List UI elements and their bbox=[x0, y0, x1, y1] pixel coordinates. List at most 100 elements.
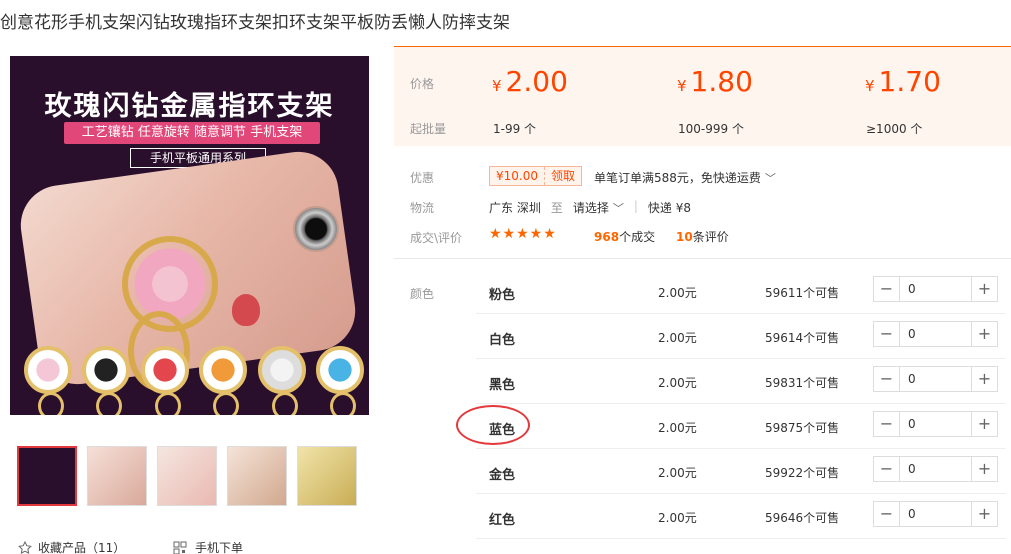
sku-color-name: 白色 bbox=[489, 333, 516, 348]
coupon[interactable]: ¥10.00 领取 bbox=[489, 166, 583, 186]
quantity-input[interactable] bbox=[900, 502, 971, 526]
to-label: 至 bbox=[550, 201, 563, 215]
minus-button[interactable]: − bbox=[874, 277, 900, 301]
sku-color-name: 红色 bbox=[489, 513, 516, 528]
plus-button[interactable]: + bbox=[971, 277, 997, 301]
currency-symbol: ¥ bbox=[865, 77, 875, 95]
reviews-unit: 条评价 bbox=[692, 230, 729, 244]
quantity-input[interactable] bbox=[900, 322, 971, 346]
price-value: 1.80 bbox=[690, 65, 753, 98]
plus-button[interactable]: + bbox=[971, 322, 997, 346]
minus-button[interactable]: − bbox=[874, 412, 900, 436]
price-panel: 价格 起批量 ¥2.00 ¥1.80 ¥1.70 1-99 个 100-999 … bbox=[394, 46, 1011, 146]
plus-button[interactable]: + bbox=[971, 502, 997, 526]
quantity-input[interactable] bbox=[900, 277, 971, 301]
deals-count[interactable]: 968个成交 bbox=[594, 228, 655, 245]
thumbnail-3[interactable] bbox=[157, 446, 217, 506]
minus-button[interactable]: − bbox=[874, 367, 900, 391]
deals-unit: 个成交 bbox=[619, 230, 656, 244]
thumbnail-4[interactable] bbox=[227, 446, 287, 506]
thumbnail-1[interactable] bbox=[17, 446, 77, 506]
sku-price: 2.00元 bbox=[658, 421, 697, 435]
qty-tier-2: 100-999 个 bbox=[678, 122, 744, 136]
coupon-value: ¥10.00 bbox=[496, 169, 538, 183]
camera-illustration bbox=[293, 206, 339, 252]
sku-color-name: 金色 bbox=[489, 468, 516, 483]
sku-color-name: 粉色 bbox=[489, 288, 516, 303]
qr-code-icon bbox=[173, 541, 187, 554]
promo-text: 单笔订单满588元，免快递运费 bbox=[594, 171, 761, 185]
ring-white-swatch bbox=[257, 346, 306, 415]
quantity-stepper: −+ bbox=[873, 456, 998, 482]
sku-stock: 59611个可售 bbox=[765, 286, 840, 300]
quantity-stepper: −+ bbox=[873, 501, 998, 527]
ring-black-swatch bbox=[82, 346, 131, 415]
sku-price: 2.00元 bbox=[658, 376, 697, 390]
divider: | bbox=[633, 199, 638, 213]
sku-row: 粉色 2.00元 59611个可售 − + bbox=[476, 269, 1006, 314]
sku-price: 2.00元 bbox=[658, 286, 697, 300]
ring-orange-swatch bbox=[199, 346, 248, 415]
sku-row: 黑色2.00元59831个可售−+ bbox=[476, 359, 1006, 404]
price-value: 2.00 bbox=[505, 65, 568, 98]
rating-stars: ★★★★★ bbox=[489, 226, 557, 242]
sku-row: 蓝色2.00元59875个可售−+ bbox=[476, 404, 1006, 449]
promo-dropdown[interactable]: 单笔订单满588元，免快递运费 ﹀ bbox=[594, 169, 776, 186]
plus-button[interactable]: + bbox=[971, 412, 997, 436]
chevron-down-icon: ﹀ bbox=[612, 202, 624, 215]
image-headline: 玫瑰闪钻金属指环支架 bbox=[44, 91, 335, 122]
quantity-stepper: −+ bbox=[873, 321, 998, 347]
ring-red-swatch bbox=[140, 346, 189, 415]
highlight-circle bbox=[456, 405, 530, 445]
sku-stock: 59875个可售 bbox=[765, 421, 840, 435]
thumbnail-5[interactable] bbox=[297, 446, 357, 506]
ring-blue-swatch bbox=[315, 346, 364, 415]
mobile-order-label: 手机下单 bbox=[195, 541, 244, 554]
plus-button[interactable]: + bbox=[971, 457, 997, 481]
origin-city: 广东 深圳 bbox=[489, 201, 541, 215]
sku-stock: 59614个可售 bbox=[765, 331, 840, 345]
main-product-image: 玫瑰闪钻金属指环支架 工艺镶钻 任意旋转 随意调节 手机支架 手机平板通用系列 bbox=[10, 56, 369, 415]
reviews-number: 10 bbox=[676, 230, 693, 244]
price-tier-3: ¥1.70 bbox=[865, 65, 941, 98]
quantity-stepper: −+ bbox=[873, 366, 998, 392]
coupon-get-button[interactable]: 领取 bbox=[544, 167, 581, 185]
minus-button[interactable]: − bbox=[874, 457, 900, 481]
price-value: 1.70 bbox=[878, 65, 941, 98]
deals-number: 968 bbox=[594, 230, 620, 244]
currency-symbol: ¥ bbox=[492, 77, 502, 95]
reviews-count[interactable]: 10条评价 bbox=[676, 228, 729, 245]
sku-price: 2.00元 bbox=[658, 466, 697, 480]
favorite-button[interactable]: 收藏产品（11） bbox=[18, 539, 125, 554]
destination-value: 请选择 bbox=[572, 201, 609, 215]
quantity-stepper: −+ bbox=[873, 411, 998, 437]
star-outline-icon bbox=[18, 540, 32, 554]
plus-button[interactable]: + bbox=[971, 367, 997, 391]
minus-button[interactable]: − bbox=[874, 502, 900, 526]
sku-stock: 59646个可售 bbox=[765, 511, 840, 525]
sku-row: 金色2.00元59922个可售−+ bbox=[476, 449, 1006, 494]
sku-stock: 59831个可售 bbox=[765, 376, 840, 390]
quantity-input[interactable] bbox=[900, 457, 971, 481]
thumbnail-2[interactable] bbox=[87, 446, 147, 506]
color-label: 颜色 bbox=[410, 287, 435, 301]
quantity-input[interactable] bbox=[900, 367, 971, 391]
sku-price: 2.00元 bbox=[658, 511, 697, 525]
qty-tier-3: ≥1000 个 bbox=[866, 122, 923, 136]
favorite-label: 收藏产品（11） bbox=[38, 541, 126, 554]
qty-tier-1: 1-99 个 bbox=[493, 122, 537, 136]
ring-pink-swatch bbox=[24, 346, 72, 415]
min-qty-label: 起批量 bbox=[410, 122, 447, 136]
sku-color-name: 黑色 bbox=[489, 378, 516, 393]
section-divider bbox=[394, 258, 1011, 259]
image-subline: 工艺镶钻 任意旋转 随意调节 手机支架 bbox=[64, 122, 320, 144]
logistics-label: 物流 bbox=[410, 201, 435, 215]
mobile-order-button[interactable]: 手机下单 bbox=[173, 539, 243, 554]
price-tier-2: ¥1.80 bbox=[677, 65, 753, 98]
currency-symbol: ¥ bbox=[677, 77, 687, 95]
deals-label: 成交\评价 bbox=[410, 231, 463, 245]
minus-button[interactable]: − bbox=[874, 322, 900, 346]
chevron-down-icon: ﹀ bbox=[764, 172, 776, 185]
destination-select[interactable]: 请选择 ﹀ bbox=[573, 199, 624, 216]
quantity-input[interactable] bbox=[900, 412, 971, 436]
